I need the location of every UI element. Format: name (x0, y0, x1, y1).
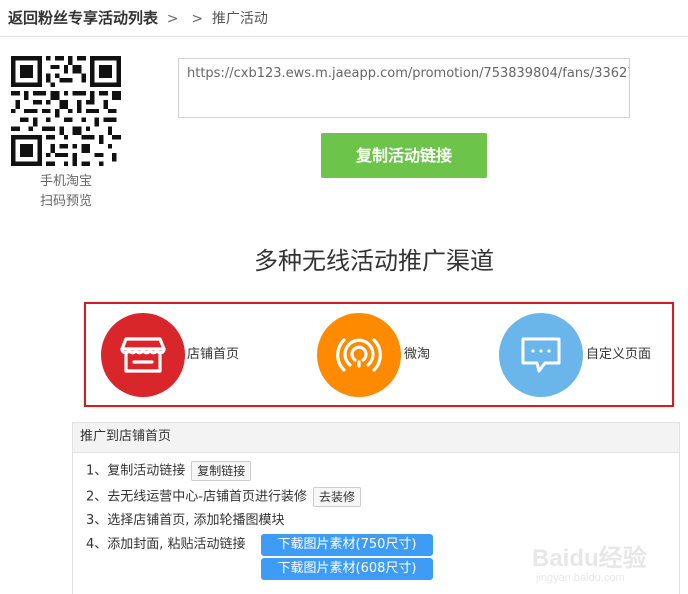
step-3: 3、选择店铺首页, 添加轮播图模块 (86, 512, 285, 530)
step-3-text: 3、选择店铺首页, 添加轮播图模块 (86, 513, 285, 528)
channel-custom-page[interactable] (499, 313, 583, 397)
store-icon[interactable] (101, 313, 185, 397)
qr-caption-line1: 手机淘宝 (39, 174, 92, 189)
go-decorate-button[interactable]: 去装修 (312, 487, 361, 507)
step-1: 1、复制活动链接 复制链接 (86, 461, 252, 481)
promotion-link-textarea[interactable]: https://cxb123.ews.m.jaeapp.com/promotio… (178, 58, 630, 118)
watermark-brand: Baidu经验 (532, 545, 647, 572)
breadcrumb-separator: > (191, 11, 204, 27)
header-divider (0, 36, 688, 37)
step-4-text: 4、添加封面, 粘贴活动链接 (86, 537, 246, 552)
download-750-button[interactable]: 下载图片素材(750尺寸) (261, 534, 433, 556)
copy-link-button[interactable]: 复制链接 (191, 461, 252, 481)
baidu-watermark: Baidu经验 jingyan.baidu.com (532, 528, 684, 588)
step-1-text: 1、复制活动链接 (86, 463, 186, 479)
breadcrumb-separator: > (166, 11, 179, 27)
breadcrumb: 返回粉丝专享活动列表 > > 推广活动 (8, 8, 268, 29)
channel-weitao-label[interactable]: 微淘 (404, 346, 430, 364)
watermark-url: jingyan.baidu.com (536, 572, 625, 584)
broadcast-icon[interactable] (317, 313, 401, 397)
download-608-button[interactable]: 下载图片素材(608尺寸) (261, 558, 433, 580)
breadcrumb-current: 推广活动 (211, 11, 268, 27)
step-2: 2、去无线运营中心-店铺首页进行装修 去装修 (86, 487, 361, 507)
channel-weitao[interactable] (317, 313, 401, 397)
instructions-title: 推广到店铺首页 (80, 429, 172, 444)
channel-store-home[interactable] (101, 313, 185, 397)
copy-activity-link-button[interactable]: 复制活动链接 (321, 133, 487, 178)
channel-custom-page-label[interactable]: 自定义页面 (586, 346, 651, 364)
step-4: 4、添加封面, 粘贴活动链接 (86, 536, 246, 554)
back-to-activity-list-link[interactable]: 返回粉丝专享活动列表 (8, 9, 158, 27)
qr-caption: 手机淘宝 扫码预览 (14, 172, 118, 212)
channel-store-home-label[interactable]: 店铺首页 (187, 346, 239, 364)
channels-section-title: 多种无线活动推广渠道 (254, 247, 494, 275)
step-2-text: 2、去无线运营中心-店铺首页进行装修 (86, 489, 307, 505)
chat-icon[interactable] (499, 313, 583, 397)
qr-caption-line2: 扫码预览 (39, 194, 92, 209)
qr-code (11, 56, 121, 166)
